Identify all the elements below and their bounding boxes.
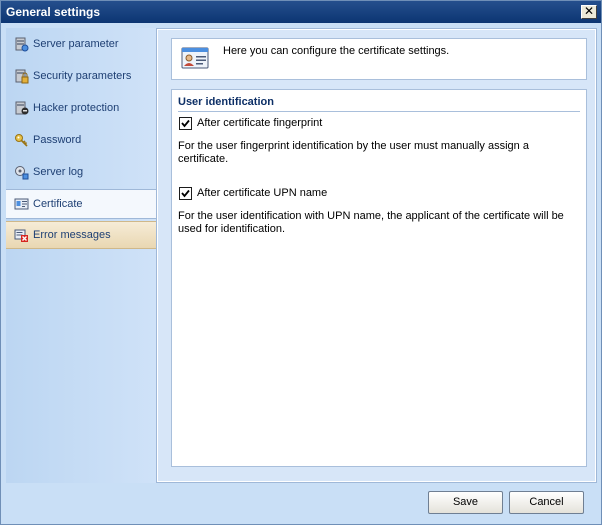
sidebar-item-label: Error messages [33,229,111,241]
sidebar-item-label: Password [33,134,82,146]
fingerprint-label[interactable]: After certificate fingerprint [197,117,322,129]
checkmark-icon [181,119,190,128]
save-button[interactable]: Save [428,491,503,514]
upn-checkbox[interactable] [179,187,192,200]
sidebar-item-server-parameter[interactable]: Server parameter [6,28,156,60]
sidebar-item-server-log[interactable]: Server log [6,156,156,188]
sidebar-item-label: Server parameter [33,38,119,50]
user-identification-panel: User identification After certificate fi… [171,89,587,467]
window-title: General settings [6,5,101,19]
hacker-protection-icon [15,101,29,115]
fingerprint-checkbox[interactable] [179,117,192,130]
general-settings-window: General settings ✕ Server parameter Secu… [0,0,602,525]
certificate-card-icon [181,47,209,69]
title-bar: General settings ✕ [1,1,601,23]
server-log-icon [15,166,29,180]
error-messages-icon [14,229,28,242]
sidebar-item-label: Certificate [33,198,83,210]
close-button[interactable]: ✕ [581,5,597,19]
sidebar-item-label: Security parameters [33,70,132,82]
content-area: Here you can configure the certificate s… [156,28,597,483]
key-icon [15,134,28,147]
upn-description: For the user identification with UPN nam… [178,210,564,235]
upn-label[interactable]: After certificate UPN name [197,187,327,199]
sidebar-item-certificate[interactable]: Certificate [6,189,156,219]
info-text: Here you can configure the certificate s… [223,45,450,57]
sidebar-item-hacker-protection[interactable]: Hacker protection [6,92,156,124]
info-banner: Here you can configure the certificate s… [171,38,587,80]
sidebar-item-label: Hacker protection [33,102,120,114]
sidebar-item-password[interactable]: Password [6,124,156,156]
security-parameters-icon [15,69,29,84]
sidebar-item-error-messages[interactable]: Error messages [6,221,156,249]
certificate-icon [14,198,29,210]
fingerprint-description: For the user fingerprint identification … [178,140,529,165]
sidebar-item-label: Server log [33,166,84,178]
server-parameter-icon [15,37,29,52]
section-divider [178,111,580,112]
section-title: User identification [178,96,274,108]
sidebar-item-security-parameters[interactable]: Security parameters [6,60,156,92]
cancel-button[interactable]: Cancel [509,491,584,514]
content-background: Here you can configure the certificate s… [158,30,595,481]
checkmark-icon [181,189,190,198]
sidebar: Server parameter Security parameters Hac… [6,28,156,483]
